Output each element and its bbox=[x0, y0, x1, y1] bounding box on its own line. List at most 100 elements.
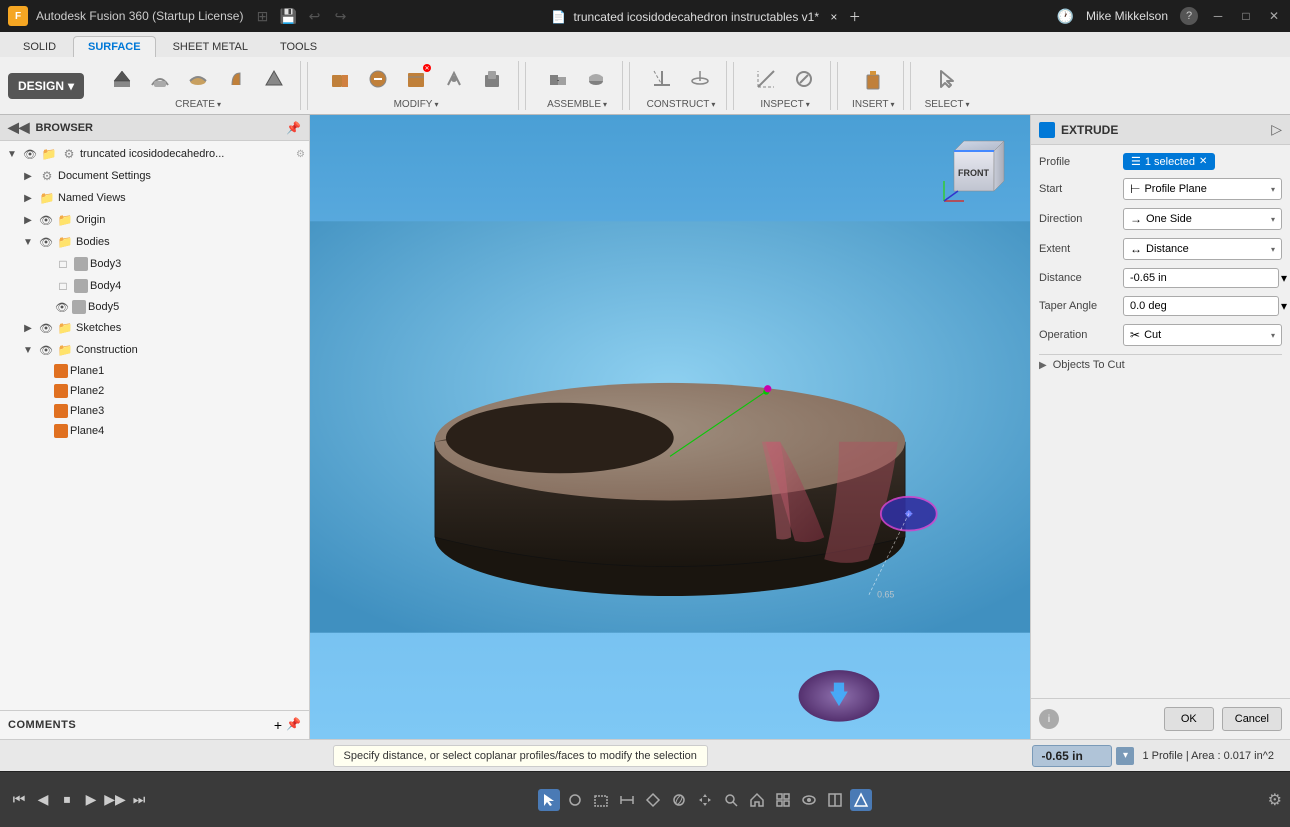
grid-icon[interactable] bbox=[772, 789, 794, 811]
modify-btn4[interactable] bbox=[436, 61, 472, 97]
ok-button[interactable]: OK bbox=[1164, 707, 1214, 731]
objects-arrow[interactable]: ▶ bbox=[1039, 360, 1047, 371]
undo-icon[interactable]: ↩ bbox=[303, 5, 325, 27]
tree-item-body4[interactable]: □ Body4 bbox=[32, 275, 309, 297]
doc-settings-arrow[interactable]: ▶ bbox=[20, 168, 36, 184]
pan-icon[interactable] bbox=[694, 789, 716, 811]
tree-item-origin[interactable]: ▶ 👁 📁 Origin bbox=[16, 209, 309, 231]
modify-btn2[interactable] bbox=[360, 61, 396, 97]
extent-select[interactable]: ↔ Distance ▾ bbox=[1123, 238, 1282, 260]
tree-item-doc-settings[interactable]: ▶ ⚙ Document Settings bbox=[16, 165, 309, 187]
comments-expand-btn[interactable]: + bbox=[274, 717, 282, 733]
add-tab-btn[interactable]: ＋ bbox=[849, 10, 861, 24]
playback-play-btn[interactable]: ▶ bbox=[80, 789, 102, 811]
close-btn[interactable]: ✕ bbox=[1266, 8, 1282, 24]
operation-select[interactable]: ✂ Cut ▾ bbox=[1123, 324, 1282, 346]
dimension-icon[interactable] bbox=[616, 789, 638, 811]
bodies-eye[interactable]: 👁 bbox=[38, 234, 54, 250]
info-btn[interactable]: i bbox=[1039, 709, 1059, 729]
taper-input[interactable] bbox=[1123, 296, 1279, 316]
tree-item-body3[interactable]: □ Body3 bbox=[32, 253, 309, 275]
playback-prev-btn[interactable]: ◀ bbox=[32, 789, 54, 811]
distance-input[interactable] bbox=[1123, 268, 1279, 288]
tab-surface[interactable]: SURFACE bbox=[73, 36, 156, 57]
tree-item-root[interactable]: ▼ 👁 📁 ⚙ truncated icosidodecahedro... ⚙ bbox=[0, 143, 309, 165]
tree-item-body5[interactable]: 👁 Body5 bbox=[32, 297, 309, 317]
root-eye[interactable]: 👁 bbox=[22, 146, 38, 162]
tree-item-construction[interactable]: ▼ 👁 📁 Construction bbox=[16, 339, 309, 361]
construct-btn1[interactable] bbox=[644, 61, 680, 97]
tree-item-bodies[interactable]: ▼ 👁 📁 Bodies bbox=[16, 231, 309, 253]
sketches-arrow[interactable]: ▶ bbox=[20, 320, 36, 336]
construction-arrow[interactable]: ▼ bbox=[20, 342, 36, 358]
tree-item-plane2[interactable]: Plane2 bbox=[32, 381, 309, 401]
create-loft-btn[interactable] bbox=[256, 61, 292, 97]
start-select[interactable]: ⊢ Profile Plane ▾ bbox=[1123, 178, 1282, 200]
modify-btn1[interactable] bbox=[322, 61, 358, 97]
orbit-icon[interactable] bbox=[668, 789, 690, 811]
save-icon[interactable]: 💾 bbox=[277, 5, 299, 27]
visibility-icon[interactable] bbox=[798, 789, 820, 811]
extrude-btn[interactable] bbox=[104, 61, 140, 97]
home-view-icon[interactable] bbox=[746, 789, 768, 811]
root-arrow[interactable]: ▼ bbox=[4, 146, 20, 162]
inspect-btn2[interactable] bbox=[786, 61, 822, 97]
modify-btn3[interactable]: ✕ bbox=[398, 61, 434, 97]
tab-sheet-metal[interactable]: SHEET METAL bbox=[158, 36, 263, 57]
create-form-btn[interactable] bbox=[142, 61, 178, 97]
new-icon[interactable]: ⊞ bbox=[251, 5, 273, 27]
zoom-icon[interactable] bbox=[720, 789, 742, 811]
profile-chip[interactable]: ☰ 1 selected ✕ bbox=[1123, 153, 1215, 170]
named-views-arrow[interactable]: ▶ bbox=[20, 190, 36, 206]
select-mode-icon[interactable] bbox=[538, 789, 560, 811]
view-cube[interactable]: FRONT bbox=[934, 131, 1014, 211]
direction-select[interactable]: → One Side ▾ bbox=[1123, 208, 1282, 230]
distance-overlay-input[interactable] bbox=[1032, 745, 1112, 767]
playback-last-btn[interactable]: ⏭ bbox=[128, 789, 150, 811]
section-icon[interactable] bbox=[824, 789, 846, 811]
browser-pin[interactable]: 📌 bbox=[286, 121, 301, 135]
tree-item-plane1[interactable]: Plane1 bbox=[32, 361, 309, 381]
help-btn[interactable]: ? bbox=[1180, 7, 1198, 25]
assemble-btn2[interactable] bbox=[578, 61, 614, 97]
select-btn1[interactable] bbox=[929, 61, 965, 97]
tree-item-sketches[interactable]: ▶ 👁 📁 Sketches bbox=[16, 317, 309, 339]
cancel-button[interactable]: Cancel bbox=[1222, 707, 1282, 731]
modify-btn5[interactable] bbox=[474, 61, 510, 97]
assemble-btn1[interactable] bbox=[540, 61, 576, 97]
origin-eye[interactable]: 👁 bbox=[38, 212, 54, 228]
status-expand-btn[interactable]: ▾ bbox=[1116, 747, 1134, 765]
bodies-arrow[interactable]: ▼ bbox=[20, 234, 36, 250]
root-settings-icon[interactable]: ⚙ bbox=[296, 149, 305, 160]
design-btn[interactable]: DESIGN ▾ bbox=[8, 73, 84, 99]
sketches-eye[interactable]: 👁 bbox=[38, 320, 54, 336]
collapse-browser-btn[interactable]: ◀◀ bbox=[8, 119, 30, 136]
maximize-btn[interactable]: □ bbox=[1238, 8, 1254, 24]
construct-btn2[interactable] bbox=[682, 61, 718, 97]
insert-btn1[interactable] bbox=[855, 61, 891, 97]
close-tab-btn[interactable]: × bbox=[830, 10, 837, 24]
tree-item-named-views[interactable]: ▶ 📁 Named Views bbox=[16, 187, 309, 209]
comments-pin-btn[interactable]: 📌 bbox=[286, 717, 301, 733]
minimize-btn[interactable]: ─ bbox=[1210, 8, 1226, 24]
playback-first-btn[interactable]: ⏮ bbox=[8, 789, 30, 811]
create-revolve-btn[interactable] bbox=[218, 61, 254, 97]
settings-icon[interactable]: ⚙ bbox=[1268, 790, 1282, 810]
construction-eye[interactable]: 👁 bbox=[38, 342, 54, 358]
sketch-active-icon[interactable] bbox=[850, 789, 872, 811]
transform-icon[interactable] bbox=[642, 789, 664, 811]
body5-eye[interactable]: 👁 bbox=[54, 299, 70, 315]
extrude-expand-btn[interactable]: ▷ bbox=[1271, 121, 1282, 138]
sketch-tool-icon[interactable] bbox=[564, 789, 586, 811]
tree-item-plane4[interactable]: Plane4 bbox=[32, 421, 309, 441]
tree-item-plane3[interactable]: Plane3 bbox=[32, 401, 309, 421]
playback-stop-btn[interactable]: ⏹ bbox=[56, 789, 78, 811]
box-select-icon[interactable] bbox=[590, 789, 612, 811]
tab-solid[interactable]: SOLID bbox=[8, 36, 71, 57]
objects-to-cut-row[interactable]: ▶ Objects To Cut bbox=[1039, 359, 1282, 371]
redo-icon[interactable]: ↪ bbox=[329, 5, 351, 27]
history-icon[interactable]: 🕐 bbox=[1057, 8, 1074, 25]
tab-tools[interactable]: TOOLS bbox=[265, 36, 332, 57]
create-patch-btn[interactable] bbox=[180, 61, 216, 97]
origin-arrow[interactable]: ▶ bbox=[20, 212, 36, 228]
